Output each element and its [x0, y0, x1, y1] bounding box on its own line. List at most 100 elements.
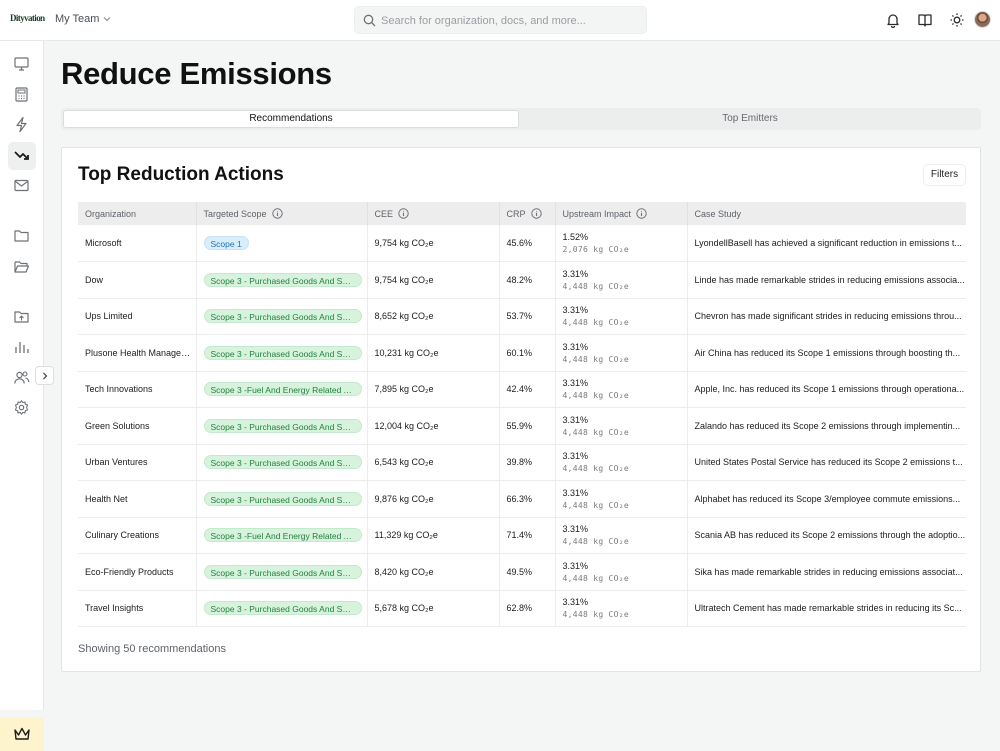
- avatar[interactable]: [974, 11, 991, 28]
- results-count: Showing 50 recommendations: [78, 643, 226, 655]
- targeted-scope-cell: Scope 3 - Purchased Goods And Services: [196, 261, 368, 299]
- case-study-cell[interactable]: Linde has made remarkable strides in red…: [687, 261, 966, 299]
- upstream-impact-cell: 3.31% 4,448 kg CO₂e: [555, 407, 688, 445]
- upstream-impact-amount: 4,448 kg CO₂e: [562, 610, 630, 620]
- users-icon[interactable]: [13, 369, 30, 386]
- organization-cell: Microsoft: [78, 225, 197, 262]
- search-input[interactable]: [381, 11, 636, 30]
- breadcrumb-chevron-icon: ›: [39, 14, 43, 25]
- targeted-scope-cell: Scope 1: [196, 225, 368, 262]
- tab-bar: Recommendations Top Emitters: [61, 108, 981, 130]
- case-study-cell[interactable]: Ultratech Cement has made remarkable str…: [687, 590, 966, 627]
- organization-cell: Culinary Creations: [78, 517, 197, 554]
- lightning-icon[interactable]: [13, 116, 30, 133]
- table-row[interactable]: Eco-Friendly Products Scope 3 - Purchased…: [78, 553, 966, 591]
- table-row[interactable]: Urban Ventures Scope 3 - Purchased Goods …: [78, 444, 966, 481]
- bell-icon[interactable]: [885, 12, 901, 28]
- upstream-impact-amount: 4,448 kg CO₂e: [562, 281, 630, 291]
- case-study-cell[interactable]: Air China has reduced its Scope 1 emissi…: [687, 334, 966, 372]
- table-body: Microsoft Scope 1 9,754 kg CO₂e 45.6% 1.52% 2…: [78, 225, 966, 627]
- case-study-cell[interactable]: Scania AB has reduced its Scope 2 emissi…: [687, 517, 966, 554]
- upstream-impact-cell: 3.31% 4,448 kg CO₂e: [555, 334, 688, 372]
- table-row[interactable]: Travel Insights Scope 3 - Purchased Goods…: [78, 590, 966, 627]
- case-study-cell[interactable]: Sika has made remarkable strides in redu…: [687, 553, 966, 591]
- folder-open-icon[interactable]: [13, 258, 30, 275]
- info-icon[interactable]: [271, 208, 283, 219]
- folder-icon[interactable]: [13, 227, 30, 244]
- trend-down-icon[interactable]: [13, 147, 30, 164]
- organization-cell: Eco-Friendly Products: [78, 553, 197, 591]
- bar-chart-icon[interactable]: [13, 338, 30, 355]
- table-row[interactable]: Ups Limited Scope 3 - Purchased Goods And…: [78, 298, 966, 335]
- upstream-impact-amount: 4,448 kg CO₂e: [562, 537, 630, 547]
- table-row[interactable]: Green Solutions Scope 3 - Purchased Goods…: [78, 407, 966, 445]
- folder-upload-icon[interactable]: [13, 308, 30, 325]
- cee-cell: 9,754 kg CO₂e: [367, 261, 500, 299]
- card-title: Top Reduction Actions: [78, 164, 284, 185]
- organization-cell: Dow: [78, 261, 197, 299]
- upgrade-plan-button[interactable]: [0, 718, 44, 751]
- table-row[interactable]: Culinary Creations Scope 3 -Fuel And Ener…: [78, 517, 966, 554]
- targeted-scope-cell: Scope 3 - Purchased Goods And Services: [196, 407, 368, 445]
- search-icon: [363, 14, 376, 27]
- top-bar: Dityvation › My Team: [0, 0, 1000, 41]
- scope-badge: Scope 1: [203, 236, 249, 250]
- upstream-impact-percent: 1.52%: [562, 232, 589, 242]
- table-row[interactable]: Health Net Scope 3 - Purchased Goods And …: [78, 480, 966, 518]
- column-header-case-study[interactable]: Case Study: [687, 202, 966, 225]
- column-header-organization[interactable]: Organization: [78, 202, 197, 225]
- case-study-cell[interactable]: United States Postal Service has reduced…: [687, 444, 966, 481]
- table-row[interactable]: Plusone Health Management Scope 3 - Purch…: [78, 334, 966, 372]
- book-icon[interactable]: [917, 12, 933, 28]
- scope-badge: Scope 3 - Purchased Goods And Services: [203, 418, 362, 433]
- sun-icon[interactable]: [949, 12, 965, 28]
- tab-recommendations[interactable]: Recommendations: [63, 110, 519, 128]
- crp-cell: 66.3%: [499, 480, 556, 518]
- info-icon[interactable]: [530, 208, 542, 219]
- mail-icon[interactable]: [13, 177, 30, 194]
- case-study-cell[interactable]: Zalando has reduced its Scope 2 emission…: [687, 407, 966, 445]
- targeted-scope-cell: Scope 3 - Purchased Goods And Services: [196, 553, 368, 591]
- upstream-impact-cell: 3.31% 4,448 kg CO₂e: [555, 517, 688, 554]
- crp-cell: 39.8%: [499, 444, 556, 481]
- team-switcher-label[interactable]: My Team: [55, 13, 99, 25]
- targeted-scope-cell: Scope 3 - Purchased Goods And Services: [196, 590, 368, 627]
- scope-badge: Scope 3 - Purchased Goods And Services: [203, 309, 362, 324]
- sidebar-expand-button[interactable]: [35, 366, 54, 385]
- upstream-impact-amount: 4,448 kg CO₂e: [562, 464, 630, 474]
- info-icon[interactable]: [636, 208, 647, 219]
- info-icon[interactable]: [398, 208, 409, 219]
- organization-cell: Ups Limited: [78, 298, 197, 335]
- column-header-targeted-scope[interactable]: Targeted Scope: [196, 202, 368, 225]
- upstream-impact-cell: 3.31% 4,448 kg CO₂e: [555, 553, 688, 591]
- crp-cell: 53.7%: [499, 298, 556, 335]
- filters-button[interactable]: Filters: [923, 164, 966, 186]
- chevron-right-icon: [43, 372, 48, 380]
- monitor-icon[interactable]: [13, 55, 30, 72]
- column-header-cee[interactable]: CEE: [367, 202, 500, 225]
- upstream-impact-cell: 3.31% 4,448 kg CO₂e: [555, 371, 688, 408]
- table-row[interactable]: Tech Innovations Scope 3 -Fuel And Energy…: [78, 371, 966, 408]
- column-header-upstream-impact[interactable]: Upstream Impact: [555, 202, 688, 225]
- upstream-impact-percent: 3.31%: [562, 341, 589, 352]
- calculator-icon[interactable]: [13, 86, 30, 103]
- case-study-cell[interactable]: LyondellBasell has achieved a significan…: [687, 225, 966, 262]
- gear-icon[interactable]: [13, 399, 30, 416]
- upstream-impact-percent: 3.31%: [562, 305, 589, 316]
- search-bar[interactable]: [354, 6, 647, 34]
- tab-top-emitters[interactable]: Top Emitters: [521, 110, 979, 128]
- crp-cell: 45.6%: [499, 225, 556, 262]
- case-study-cell[interactable]: Alphabet has reduced its Scope 3/employe…: [687, 480, 966, 518]
- organization-cell: Urban Ventures: [78, 444, 197, 481]
- column-header-crp[interactable]: CRP: [499, 202, 556, 225]
- upstream-impact-percent: 3.31%: [562, 414, 589, 425]
- chevron-down-icon[interactable]: [101, 13, 113, 25]
- crp-cell: 49.5%: [499, 553, 556, 591]
- cee-cell: 6,543 kg CO₂e: [367, 444, 500, 481]
- targeted-scope-cell: Scope 3 - Purchased Goods And Services: [196, 444, 368, 481]
- table-row[interactable]: Microsoft Scope 1 9,754 kg CO₂e 45.6% 1.52% 2…: [78, 225, 966, 262]
- table-row[interactable]: Dow Scope 3 - Purchased Goods And Service…: [78, 261, 966, 299]
- cee-cell: 7,895 kg CO₂e: [367, 371, 500, 408]
- case-study-cell[interactable]: Chevron has made significant strides in …: [687, 298, 966, 335]
- case-study-cell[interactable]: Apple, Inc. has reduced its Scope 1 emis…: [687, 371, 966, 408]
